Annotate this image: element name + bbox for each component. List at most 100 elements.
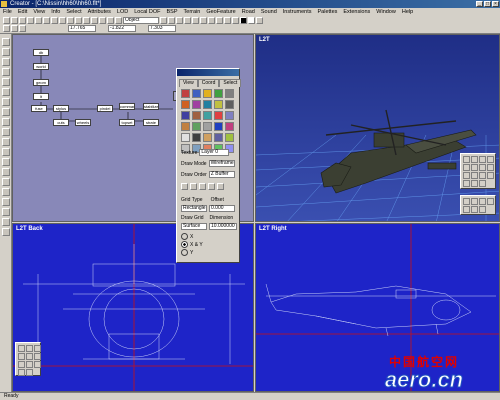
tool-icon-d[interactable] [18, 353, 25, 360]
nav-icon-1[interactable] [463, 156, 470, 163]
close-button[interactable]: × [492, 1, 499, 7]
subface-icon[interactable] [2, 148, 10, 156]
shade-flat-icon[interactable] [181, 183, 188, 190]
tab-view[interactable]: View [179, 79, 198, 87]
object-icon[interactable] [107, 17, 114, 24]
extrude-icon[interactable] [2, 98, 10, 106]
palette-icon-7[interactable] [192, 100, 201, 109]
node-stabilizer[interactable]: stabilizer [143, 103, 159, 110]
backface-icon[interactable] [208, 183, 215, 190]
pan-icon[interactable] [75, 17, 82, 24]
menu-lod[interactable]: LOD [114, 8, 131, 16]
nav-icon-7[interactable] [479, 164, 486, 171]
home-icon[interactable] [487, 198, 494, 205]
radio-x-icon[interactable] [181, 233, 188, 240]
palette-icon-5[interactable] [225, 89, 234, 98]
nav-icon-8[interactable] [487, 164, 494, 171]
radio-xy-icon[interactable] [181, 241, 188, 248]
nav-icon-3[interactable] [479, 156, 486, 163]
tool-icon-j[interactable] [18, 369, 25, 376]
menu-window[interactable]: Window [373, 8, 399, 16]
palette-icon-22[interactable] [192, 133, 201, 142]
cut-icon[interactable] [27, 17, 34, 24]
grid-type-select[interactable]: Rectangle [181, 205, 207, 212]
texture-map-icon[interactable] [2, 128, 10, 136]
menu-select[interactable]: Select [63, 8, 84, 16]
paste-icon[interactable] [43, 17, 50, 24]
palette-icon-2[interactable] [192, 89, 201, 98]
tool-icon-f[interactable] [34, 353, 41, 360]
nav-icon-5[interactable] [463, 164, 470, 171]
object-type-select[interactable]: Object [123, 17, 159, 24]
merge-icon[interactable] [2, 158, 10, 166]
undo-icon[interactable] [51, 17, 58, 24]
node-fuse[interactable]: fuse [31, 105, 47, 112]
palette-icon-4[interactable] [214, 89, 223, 98]
normal-icon[interactable] [2, 138, 10, 146]
sweep-icon[interactable] [2, 198, 10, 206]
menu-edit[interactable]: Edit [15, 8, 30, 16]
detach-icon[interactable] [184, 17, 191, 24]
open-icon[interactable] [11, 17, 18, 24]
node-cuts[interactable]: cuts [53, 119, 69, 126]
tool-icon-i[interactable] [34, 361, 41, 368]
tab-coord[interactable]: Coord [197, 79, 220, 87]
node-db[interactable]: db [33, 49, 49, 56]
node-strate[interactable]: strate [143, 119, 159, 126]
menu-local-dof[interactable]: Local DOF [131, 8, 163, 16]
tab-select[interactable]: Select [219, 79, 242, 87]
palette-icon-10[interactable] [225, 100, 234, 109]
perspective-viewport[interactable]: L2T [255, 34, 500, 222]
minimize-button[interactable]: _ [476, 1, 483, 7]
palette-icon-24[interactable] [214, 133, 223, 142]
scale-icon[interactable] [2, 58, 10, 66]
menu-info[interactable]: Info [48, 8, 63, 16]
nav-icon-14[interactable] [471, 180, 478, 187]
menu-sound[interactable]: Sound [258, 8, 280, 16]
split-icon[interactable] [2, 168, 10, 176]
tool-icon-h[interactable] [26, 361, 33, 368]
z-coordinate-field[interactable]: 7.303 [148, 25, 176, 32]
palette-icon-6[interactable] [181, 100, 190, 109]
fog-icon[interactable] [217, 183, 224, 190]
grid-icon[interactable] [256, 17, 263, 24]
lod-icon[interactable] [192, 17, 199, 24]
pick-icon[interactable] [2, 38, 10, 46]
point-icon[interactable] [19, 25, 26, 32]
zoom-in-icon[interactable] [463, 198, 470, 205]
palette-titlebar[interactable] [177, 69, 239, 76]
copy-icon[interactable] [35, 17, 42, 24]
menu-extensions[interactable]: Extensions [340, 8, 373, 16]
menu-instruments[interactable]: Instruments [280, 8, 315, 16]
tool-icon-k[interactable] [26, 369, 33, 376]
cylinder-icon[interactable] [2, 228, 10, 236]
y-coordinate-field[interactable]: -1.822 [108, 25, 136, 32]
nav-icon-15[interactable] [479, 180, 486, 187]
palette-icon-21[interactable] [181, 133, 190, 142]
nav-icon-13[interactable] [463, 180, 470, 187]
node-commands[interactable]: commands [119, 103, 135, 110]
slice-icon[interactable] [2, 178, 10, 186]
node-pindel[interactable]: pindel [97, 105, 113, 112]
mirror-icon[interactable] [2, 118, 10, 126]
polygon-icon[interactable] [2, 88, 10, 96]
fly-icon[interactable] [479, 206, 486, 213]
nav-icon-12[interactable] [487, 172, 494, 179]
lighting-icon[interactable] [199, 183, 206, 190]
texture-select[interactable]: Layer 0 [199, 149, 230, 156]
fit-icon[interactable] [479, 198, 486, 205]
tool-icon-b[interactable] [26, 345, 33, 352]
node-lt[interactable]: lt [33, 93, 49, 100]
palette-icon-3[interactable] [203, 89, 212, 98]
light-icon[interactable] [200, 17, 207, 24]
right-viewport[interactable]: L2T Right 中国航空网 aero.cn [255, 223, 500, 392]
add-icon[interactable] [160, 17, 167, 24]
menu-help[interactable]: Help [399, 8, 416, 16]
redo-icon[interactable] [59, 17, 66, 24]
sphere-icon[interactable] [2, 218, 10, 226]
attach-icon[interactable] [176, 17, 183, 24]
node-stylus[interactable]: stylus [53, 105, 69, 112]
menu-bsp[interactable]: BSP [164, 8, 181, 16]
material-icon[interactable] [216, 17, 223, 24]
menu-attributes[interactable]: Attributes [85, 8, 114, 16]
